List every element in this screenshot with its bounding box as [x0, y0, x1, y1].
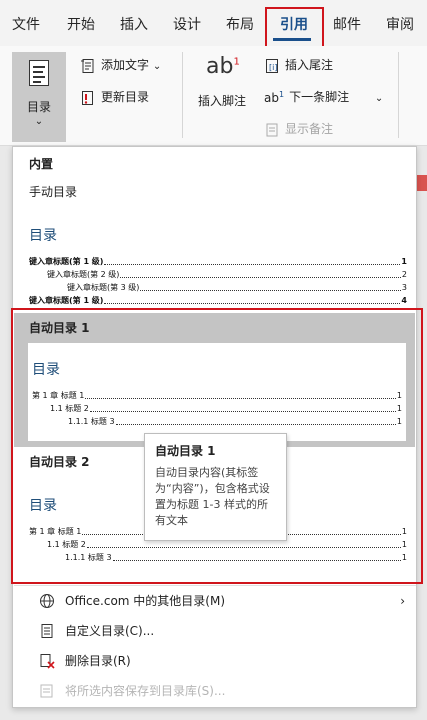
tab-review[interactable]: 审阅 [376, 0, 424, 46]
ribbon: 目录 ⌄ 添加文字 ⌄ 更新目录 ab1 插入脚注 [i] 插入尾注 ab1 下一条… [0, 46, 427, 146]
remove-toc-menu-item[interactable]: 删除目录(R) [27, 647, 417, 675]
ribbon-separator [398, 52, 399, 138]
chevron-right-icon: › [400, 594, 405, 608]
chevron-down-icon: ⌄ [374, 93, 384, 104]
tab-layout[interactable]: 布局 [216, 0, 264, 46]
tab-design[interactable]: 设计 [162, 0, 212, 46]
save-selection-label: 将所选内容保存到目录库(S)... [65, 684, 226, 698]
menu-separator [14, 585, 416, 586]
update-toc-label: 更新目录 [101, 90, 150, 104]
tooltip-title: 自动目录 1 [155, 444, 216, 458]
show-notes-button[interactable]: 显示备注 [264, 120, 333, 138]
svg-text:[i]: [i] [269, 63, 277, 72]
save-selection-menu-item[interactable]: 将所选内容保存到目录库(S)... [27, 677, 417, 705]
insert-endnote-label: 插入尾注 [285, 58, 334, 72]
add-text-button[interactable]: 添加文字 ⌄ [80, 56, 161, 74]
insert-endnote-button[interactable]: [i] 插入尾注 [264, 56, 333, 74]
globe-icon [40, 594, 54, 608]
footnote-icon-superscript: 1 [233, 56, 240, 68]
custom-toc-icon [41, 624, 53, 638]
tab-file[interactable]: 文件 [0, 0, 52, 46]
toc-document-icon [29, 60, 49, 86]
manual-toc-preview-heading: 目录 [29, 228, 57, 244]
insert-footnote-label: 插入脚注 [198, 94, 247, 108]
show-notes-icon [266, 123, 278, 136]
tooltip-body: 自动目录内容(其标签为“内容”)，包含格式设置为标题 1-3 样式的所有文本 [155, 466, 270, 527]
next-footnote-label: 下一条脚注 [289, 90, 350, 104]
chevron-down-icon: ⌄ [34, 116, 44, 127]
more-toc-label: Office.com 中的其他目录(M) [65, 594, 226, 608]
next-footnote-button[interactable]: ab1 下一条脚注 ⌄ [264, 88, 383, 105]
toc-preview-line: 键入章标题(第 3 级) 3 [67, 283, 407, 292]
next-footnote-icon: ab1 [264, 90, 285, 105]
ribbon-tab-bar: 文件 开始 插入 设计 布局 引用 邮件 审阅 [0, 0, 427, 48]
toc-preview-line: 键入章标题(第 2 级) 2 [47, 270, 407, 279]
add-text-icon [81, 58, 94, 73]
toc-button-label: 目录 [26, 100, 51, 114]
save-to-gallery-icon [40, 684, 53, 698]
insert-footnote-button[interactable]: ab1 插入脚注 [198, 54, 248, 134]
update-toc-icon [82, 90, 93, 105]
footnote-icon: ab [206, 54, 234, 79]
update-toc-button[interactable]: 更新目录 [80, 88, 149, 106]
custom-toc-menu-item[interactable]: 自定义目录(C)... [27, 617, 417, 645]
highlight-box-references-tab [265, 7, 324, 48]
custom-toc-label: 自定义目录(C)... [65, 624, 155, 638]
section-builtin-header: 内置 [29, 157, 54, 171]
manual-toc-preview[interactable]: 目录 键入章标题(第 1 级) 1 键入章标题(第 2 级) 2 键入章标题(第 3… [29, 225, 407, 307]
tab-mailings[interactable]: 邮件 [324, 0, 370, 46]
add-text-label: 添加文字 [101, 58, 150, 72]
remove-toc-label: 删除目录(R) [65, 654, 131, 668]
tab-insert[interactable]: 插入 [110, 0, 158, 46]
show-notes-label: 显示备注 [285, 122, 334, 136]
toc-button[interactable]: 目录 ⌄ [12, 52, 66, 142]
chevron-down-icon: ⌄ [152, 61, 162, 72]
toc-preview-line: 键入章标题(第 1 级) 1 [29, 257, 407, 266]
endnote-icon: [i] [266, 58, 278, 73]
ribbon-separator [182, 52, 183, 138]
remove-toc-icon [40, 654, 55, 669]
tab-home[interactable]: 开始 [56, 0, 106, 46]
manual-toc-title[interactable]: 手动目录 [29, 183, 77, 200]
more-toc-office-menu-item[interactable]: Office.com 中的其他目录(M) › [27, 587, 417, 615]
auto-toc-1-tooltip: 自动目录 1 自动目录内容(其标签为“内容”)，包含格式设置为标题 1-3 样式… [144, 433, 287, 541]
toc-preview-line: 键入章标题(第 1 级) 4 [29, 296, 407, 305]
